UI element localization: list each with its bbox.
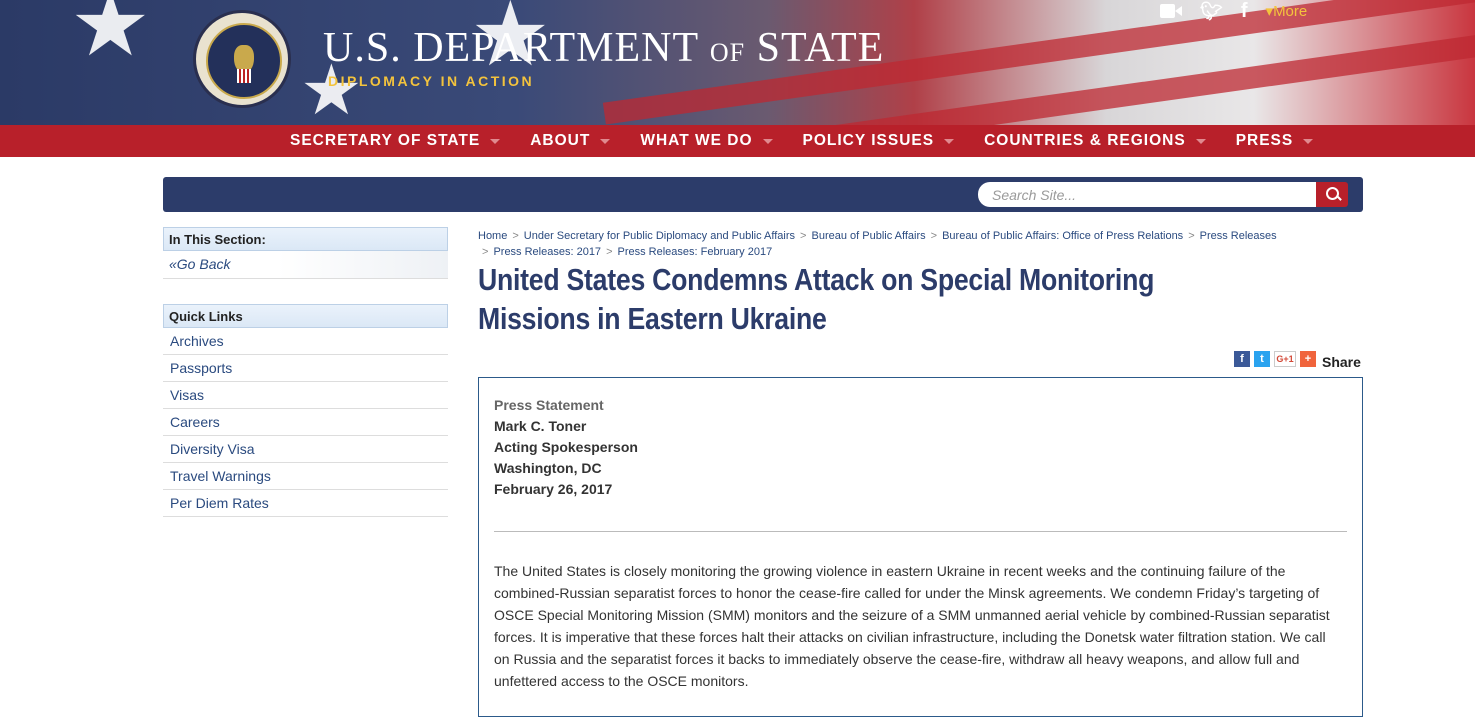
quick-link-travel-warnings[interactable]: Travel Warnings [163,463,448,490]
share-label[interactable]: Share [1322,354,1361,370]
nav-item-secretary-of-state[interactable]: SECRETARY OF STATE [290,132,501,150]
caret-down-icon [1303,138,1314,144]
breadcrumb-link[interactable]: Press Releases [1200,230,1277,242]
more-menu[interactable]: ▾More [1266,2,1308,20]
statement-location: Washington, DC [494,460,602,476]
video-icon[interactable] [1160,4,1182,18]
statement-type: Press Statement [494,397,604,413]
more-label: More [1273,3,1308,20]
divider [494,531,1347,532]
facebook-share-icon[interactable]: f [1234,351,1250,367]
statement-author: Mark C. Toner [494,418,587,434]
social-links: 🐦︎ f ▾More [1160,0,1307,22]
quick-link-per-diem-rates[interactable]: Per Diem Rates [163,490,448,517]
quick-link-visas[interactable]: Visas [163,382,448,409]
caret-down-icon [1195,138,1206,144]
press-statement-box: Press Statement Mark C. Toner Acting Spo… [478,377,1363,717]
nav-item-press[interactable]: PRESS [1236,132,1314,150]
site-title[interactable]: U.S. Department of State [323,24,884,72]
caret-down-icon [762,138,773,144]
twitter-icon[interactable]: 🐦︎ [1200,1,1223,22]
search-button[interactable] [1316,182,1348,207]
double-chevron-left-icon: « [169,256,177,272]
breadcrumb-link[interactable]: Under Secretary for Public Diplomacy and… [524,230,795,242]
breadcrumb-link[interactable]: Press Releases: 2017 [493,246,601,258]
breadcrumb-link[interactable]: Home [478,230,507,242]
caret-down-icon [944,138,955,144]
quick-links-list: Archives Passports Visas Careers Diversi… [163,328,448,517]
twitter-share-icon[interactable]: t [1254,351,1270,367]
go-back-link[interactable]: «Go Back [163,251,448,279]
statement-body: The United States is closely monitoring … [494,563,1330,689]
page-title: United States Condemns Attack on Special… [478,262,1155,336]
main-navigation: SECRETARY OF STATE ABOUT WHAT WE DO POLI… [0,125,1475,157]
header-banner: ★ ★ ★ U.S. Department of State DIPLOMACY… [0,0,1475,125]
flag-star: ★ [70,0,151,75]
caret-down-icon [490,138,501,144]
nav-item-countries-regions[interactable]: COUNTRIES & REGIONS [984,132,1206,150]
nav-item-policy-issues[interactable]: POLICY ISSUES [803,132,955,150]
share-bar: f t G+1 + Share [1234,348,1361,370]
statement-date: February 26, 2017 [494,481,613,497]
quick-link-archives[interactable]: Archives [163,328,448,355]
quick-link-passports[interactable]: Passports [163,355,448,382]
breadcrumb-link[interactable]: Press Releases: February 2017 [618,246,773,258]
nav-item-what-we-do[interactable]: WHAT WE DO [640,132,773,150]
department-seal-logo[interactable] [193,10,291,108]
quick-link-careers[interactable]: Careers [163,409,448,436]
search-input[interactable] [978,182,1316,207]
search-bar [163,177,1363,212]
quick-link-diversity-visa[interactable]: Diversity Visa [163,436,448,463]
breadcrumb-link[interactable]: Bureau of Public Affairs: Office of Pres… [942,230,1183,242]
quick-links-heading: Quick Links [163,304,448,328]
breadcrumb-link[interactable]: Bureau of Public Affairs [811,230,925,242]
caret-down-icon [600,138,611,144]
sidebar: In This Section: «Go Back Quick Links Ar… [163,227,448,517]
facebook-icon[interactable]: f [1241,0,1248,23]
nav-item-about[interactable]: ABOUT [530,132,611,150]
statement-meta: Press Statement Mark C. Toner Acting Spo… [494,395,638,500]
add-share-icon[interactable]: + [1300,351,1316,367]
breadcrumb: Home > Under Secretary for Public Diplomac… [478,230,1277,258]
google-plus-share-icon[interactable]: G+1 [1274,351,1296,367]
site-tagline: DIPLOMACY IN ACTION [328,73,535,89]
statement-role: Acting Spokesperson [494,439,638,455]
in-this-section-heading: In This Section: [163,227,448,251]
